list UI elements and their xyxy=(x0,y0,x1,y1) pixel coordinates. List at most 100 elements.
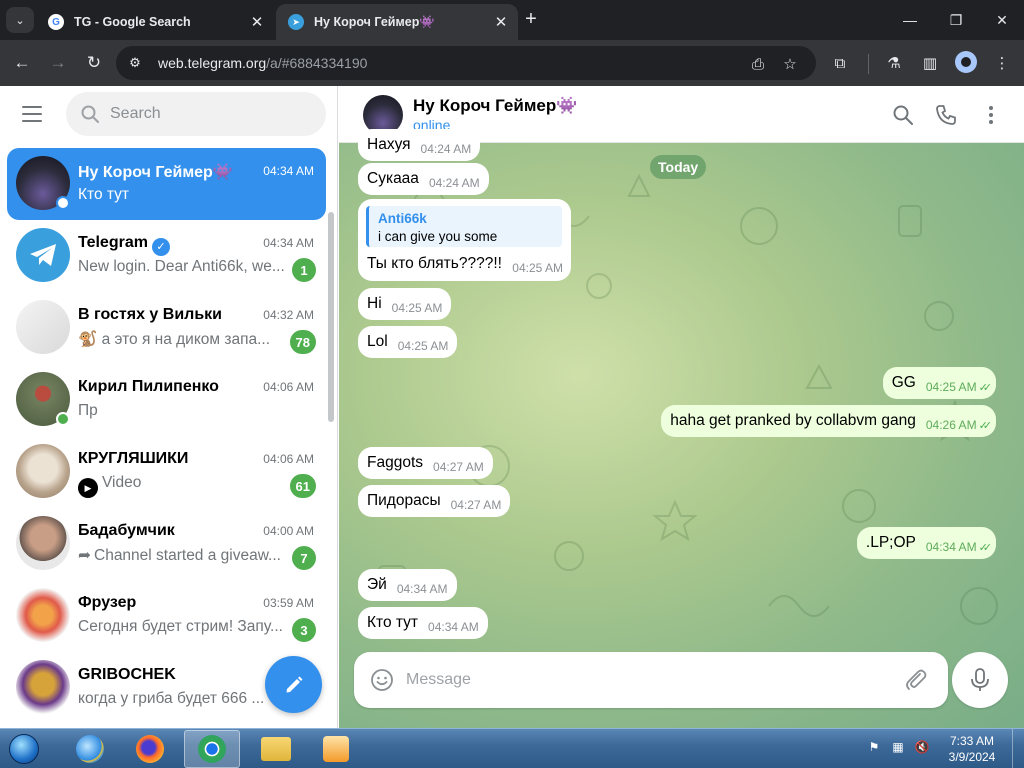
outgoing-message-bubble[interactable]: haha get pranked by collabvm gang 04:26 A… xyxy=(661,405,996,437)
restore-window-icon[interactable]: ❐ xyxy=(936,6,976,34)
message-text: Lol xyxy=(367,333,388,350)
browser-tab-telegram[interactable]: ➤ Ну Короч Геймер👾 ✕ xyxy=(276,4,518,40)
unread-badge: 78 xyxy=(289,330,316,354)
chat-item-kruglyashiki[interactable]: КРУГЛЯШИКИ 04:06 AM ▶ Video 61 xyxy=(7,436,326,508)
message-composer[interactable] xyxy=(354,652,948,708)
message-time: 04:27 AM xyxy=(450,498,502,512)
chat-item-telegram[interactable]: Telegram ✓ 04:34 AM New login. Dear Anti6… xyxy=(7,220,326,292)
message-bubble[interactable]: Кто тут 04:34 AM xyxy=(358,607,488,639)
chat-preview: Пр xyxy=(78,402,98,419)
message-time: 04:34 AM xyxy=(428,620,479,634)
network-icon[interactable]: ▦ xyxy=(890,739,906,755)
chat-avatar xyxy=(16,444,70,498)
chat-list-scrollbar[interactable] xyxy=(328,212,334,422)
message-input[interactable] xyxy=(406,666,866,694)
profile-avatar-icon[interactable] xyxy=(955,51,977,73)
chat-preview-text: Channel started a giveaw... xyxy=(94,547,281,564)
address-bar[interactable]: ⚙ web.telegram.org/a/#6884334190 ⎙ ☆ xyxy=(116,46,816,80)
bookmark-star-icon[interactable]: ☆ xyxy=(780,54,800,74)
chat-name: КРУГЛЯШИКИ xyxy=(78,450,189,467)
message-time: 04:25 AM xyxy=(925,380,977,394)
new-tab-icon[interactable]: + xyxy=(520,8,542,30)
chat-time: 04:34 AM xyxy=(263,236,314,250)
close-tab-icon[interactable]: ✕ xyxy=(492,13,510,31)
minimize-window-icon[interactable]: — xyxy=(890,6,930,34)
firefox-icon[interactable] xyxy=(122,730,178,768)
read-checkmarks-icon: ✓✓ xyxy=(978,381,993,394)
emoji-smile-icon[interactable] xyxy=(370,668,394,692)
main-menu-icon[interactable] xyxy=(22,106,42,122)
attach-paperclip-icon[interactable] xyxy=(903,667,929,693)
message-time: 04:34 AM xyxy=(396,582,448,596)
chat-name: Фрузер xyxy=(78,594,137,611)
media-player-icon[interactable] xyxy=(308,730,364,768)
search-box[interactable] xyxy=(66,92,326,136)
tab-search-chevron-icon[interactable]: ⌄ xyxy=(6,7,34,33)
pencil-icon xyxy=(286,676,302,692)
close-tab-icon[interactable]: ✕ xyxy=(248,13,266,31)
new-message-pencil-button[interactable] xyxy=(265,656,322,713)
side-panel-icon[interactable]: ▥ xyxy=(918,51,942,75)
chat-preview-text: Video xyxy=(102,474,142,491)
message-bubble[interactable]: Сукааа 04:24 AM xyxy=(358,163,489,195)
close-window-icon[interactable]: ✕ xyxy=(982,6,1022,34)
chat-item-v-gostyah-u-vilki[interactable]: В гостях у Вильки 04:32 AM 🐒 а это я на … xyxy=(7,292,326,364)
install-app-icon[interactable]: ⎙ xyxy=(748,54,768,74)
chat-preview: New login. Dear Anti66k, we... xyxy=(78,258,285,275)
message-bubble[interactable]: Эй 04:34 AM xyxy=(358,569,457,601)
mouse-cursor-icon xyxy=(0,156,7,174)
message-bubble[interactable]: Hi 04:25 AM xyxy=(358,288,452,320)
outgoing-message-bubble[interactable]: GG 04:25 AM ✓✓ xyxy=(882,367,996,399)
chat-item-fruzer[interactable]: Фрузер 03:59 AM Сегодня будет стрим! Зап… xyxy=(7,580,326,652)
chat-item-nu-koroch-geimer[interactable]: Ну Короч Геймер👾 04:34 AM Кто тут xyxy=(7,148,326,220)
chat-time: 04:34 AM xyxy=(263,164,314,178)
unread-badge: 7 xyxy=(292,546,316,570)
browser-menu-icon[interactable]: ⋮ xyxy=(990,51,1014,75)
internet-explorer-icon[interactable] xyxy=(62,730,118,768)
search-input[interactable] xyxy=(110,100,310,128)
unread-badge: 3 xyxy=(292,618,316,642)
volume-muted-icon[interactable]: 🔇 xyxy=(914,739,930,755)
site-info-icon[interactable]: ⚙ xyxy=(126,54,144,72)
chat-time: 04:32 AM xyxy=(263,308,314,322)
message-text: GG xyxy=(891,374,916,391)
message-time: 04:24 AM xyxy=(420,142,472,156)
message-list: Нахуя 04:24 AM Today Сукааа 04:24 AM Anti6… xyxy=(339,129,1024,648)
chat-item-kiril-pilipenko[interactable]: Кирил Пилипенко 04:06 AM Пр xyxy=(7,364,326,436)
more-options-icon[interactable] xyxy=(979,103,1003,127)
reply-message-bubble[interactable]: Anti66k i can give you some Ты кто блять… xyxy=(358,199,571,281)
message-text: haha get pranked by collabvm gang xyxy=(670,412,916,429)
outgoing-message-bubble[interactable]: .LP;OP 04:34 AM ✓✓ xyxy=(856,527,996,559)
url-text[interactable]: web.telegram.org/a/#6884334190 xyxy=(158,55,367,71)
unread-badge: 1 xyxy=(292,258,316,282)
message-bubble[interactable]: Faggots 04:27 AM xyxy=(358,447,493,479)
file-explorer-folder-icon[interactable] xyxy=(248,730,304,768)
forward-arrow-icon[interactable]: → xyxy=(45,50,71,76)
extensions-icon[interactable]: ⧉ xyxy=(828,51,852,75)
verified-badge-icon: ✓ xyxy=(151,238,170,256)
telegram-logo-icon xyxy=(16,228,70,282)
reply-quote[interactable]: Anti66k i can give you some xyxy=(366,206,562,247)
start-button-windows-icon[interactable] xyxy=(4,730,44,768)
labs-flask-icon[interactable]: ⚗ xyxy=(882,51,906,75)
browser-tab-google[interactable]: G TG - Google Search ✕ xyxy=(36,4,274,40)
message-bubble[interactable]: Нахуя 04:24 AM xyxy=(358,129,481,161)
message-text: Hi xyxy=(367,295,382,312)
message-bubble[interactable]: Пидорасы 04:27 AM xyxy=(358,485,511,517)
unread-badge: 61 xyxy=(289,474,316,498)
phone-call-icon[interactable] xyxy=(934,103,958,127)
show-desktop-button[interactable] xyxy=(1012,729,1024,768)
voice-record-button[interactable] xyxy=(952,652,1008,708)
chat-name: Кирил Пилипенко xyxy=(78,378,219,395)
action-center-flag-icon[interactable]: ⚑ xyxy=(866,739,882,755)
system-clock[interactable]: 7:33 AM 3/9/2024 xyxy=(944,733,1000,765)
back-arrow-icon[interactable]: ← xyxy=(9,50,35,76)
chat-avatar xyxy=(16,516,70,570)
chat-item-badabumchik[interactable]: Бадабумчик 04:00 AM ➦ Channel started a g… xyxy=(7,508,326,580)
chrome-browser-icon[interactable] xyxy=(184,730,240,768)
chat-name: Бадабумчик xyxy=(78,522,175,539)
search-icon[interactable] xyxy=(891,103,915,127)
chat-time: 03:59 AM xyxy=(263,596,314,610)
message-bubble[interactable]: Lol 04:25 AM xyxy=(358,326,458,358)
reload-icon[interactable]: ↻ xyxy=(81,50,107,76)
